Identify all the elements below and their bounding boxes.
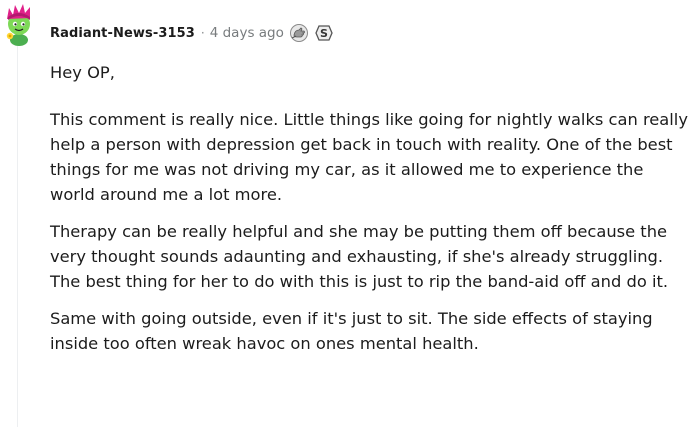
comment-body: Hey OP, This comment is really nice. Lit… xyxy=(50,60,690,368)
avatar-icon xyxy=(6,4,30,46)
award-silver-label: S xyxy=(320,27,328,40)
comment-paragraph: Same with going outside, even if it's ju… xyxy=(50,309,653,353)
thread-line[interactable] xyxy=(17,46,18,427)
avatar[interactable] xyxy=(2,2,36,46)
username-link[interactable]: Radiant-News-3153 xyxy=(50,26,195,41)
award-silver-icon[interactable]: S xyxy=(314,23,334,43)
comment-header: Radiant-News-3153 · 4 days ago S xyxy=(50,22,334,44)
award-hand-icon[interactable] xyxy=(289,23,309,43)
comment-paragraph: Therapy can be really helpful and she ma… xyxy=(50,222,669,291)
comment-paragraph: This comment is really nice. Little thin… xyxy=(50,110,688,204)
comment: Radiant-News-3153 · 4 days ago S Hey OP,… xyxy=(0,0,700,427)
timestamp-link[interactable]: 4 days ago xyxy=(210,25,284,41)
meta-separator: · xyxy=(200,26,205,40)
comment-paragraph: Hey OP, xyxy=(50,63,115,82)
